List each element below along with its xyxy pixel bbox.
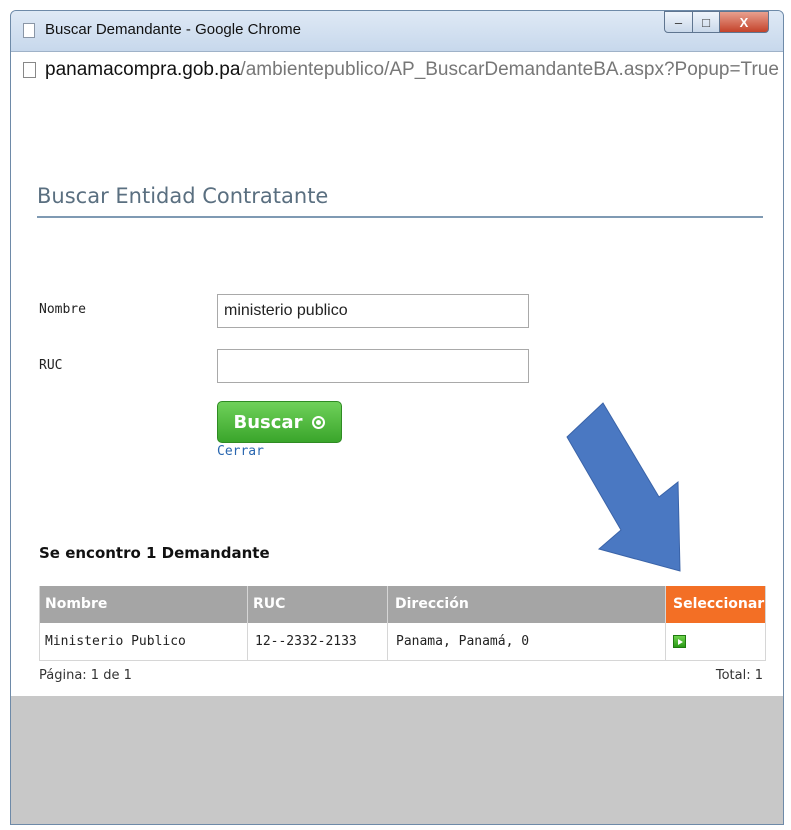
results-title: Se encontro 1 Demandante — [39, 544, 270, 562]
results-table-header: Nombre RUC Dirección Seleccionar — [39, 586, 766, 623]
maximize-button[interactable]: □ — [692, 11, 720, 33]
address-bar[interactable]: panamacompra.gob.pa/ambientepublico/AP_B… — [11, 51, 783, 91]
select-arrow-icon[interactable] — [673, 635, 686, 648]
ruc-label: RUC — [39, 358, 63, 373]
column-divider — [765, 586, 766, 661]
browser-window: Buscar Demandante - Google Chrome – □ X … — [10, 10, 784, 825]
minimize-button[interactable]: – — [664, 11, 693, 33]
table-row: Ministerio Publico 12--2332-2133 Panama,… — [39, 623, 766, 661]
column-header-seleccionar: Seleccionar — [665, 586, 766, 623]
nombre-input[interactable] — [217, 294, 529, 328]
page-content: Buscar Entidad Contratante Nombre RUC Bu… — [11, 90, 783, 696]
cell-ruc: 12--2332-2133 — [255, 634, 357, 649]
title-bar: Buscar Demandante - Google Chrome – □ X — [11, 11, 783, 51]
nombre-label: Nombre — [39, 302, 86, 317]
column-header-nombre: Nombre — [45, 596, 108, 612]
empty-gray-area — [11, 696, 783, 824]
page-icon — [23, 23, 35, 38]
column-divider — [665, 586, 666, 661]
column-divider — [387, 586, 388, 661]
page-icon — [23, 62, 36, 78]
ruc-input[interactable] — [217, 349, 529, 383]
column-header-ruc: RUC — [253, 596, 286, 612]
column-divider — [247, 586, 248, 661]
column-header-direccion: Dirección — [395, 596, 469, 612]
total-count: Total: 1 — [715, 668, 763, 683]
buscar-button[interactable]: Buscar — [217, 401, 342, 443]
column-divider — [39, 586, 40, 661]
buscar-button-label: Buscar — [233, 411, 303, 433]
radio-dot-icon — [312, 415, 326, 429]
cerrar-link[interactable]: Cerrar — [217, 444, 264, 459]
cell-nombre: Ministerio Publico — [45, 634, 186, 649]
pagination-text: Página: 1 de 1 — [39, 668, 132, 683]
window-title: Buscar Demandante - Google Chrome — [45, 21, 301, 38]
url-host: panamacompra.gob.pa — [45, 59, 241, 80]
heading-divider — [37, 216, 763, 218]
url-path: /ambientepublico/AP_BuscarDemandanteBA.a… — [240, 59, 779, 80]
cell-direccion: Panama, Panamá, 0 — [396, 634, 530, 649]
page-heading: Buscar Entidad Contratante — [37, 184, 329, 208]
url-text[interactable]: panamacompra.gob.pa/ambientepublico/AP_B… — [45, 59, 779, 81]
close-window-button[interactable]: X — [719, 11, 769, 33]
